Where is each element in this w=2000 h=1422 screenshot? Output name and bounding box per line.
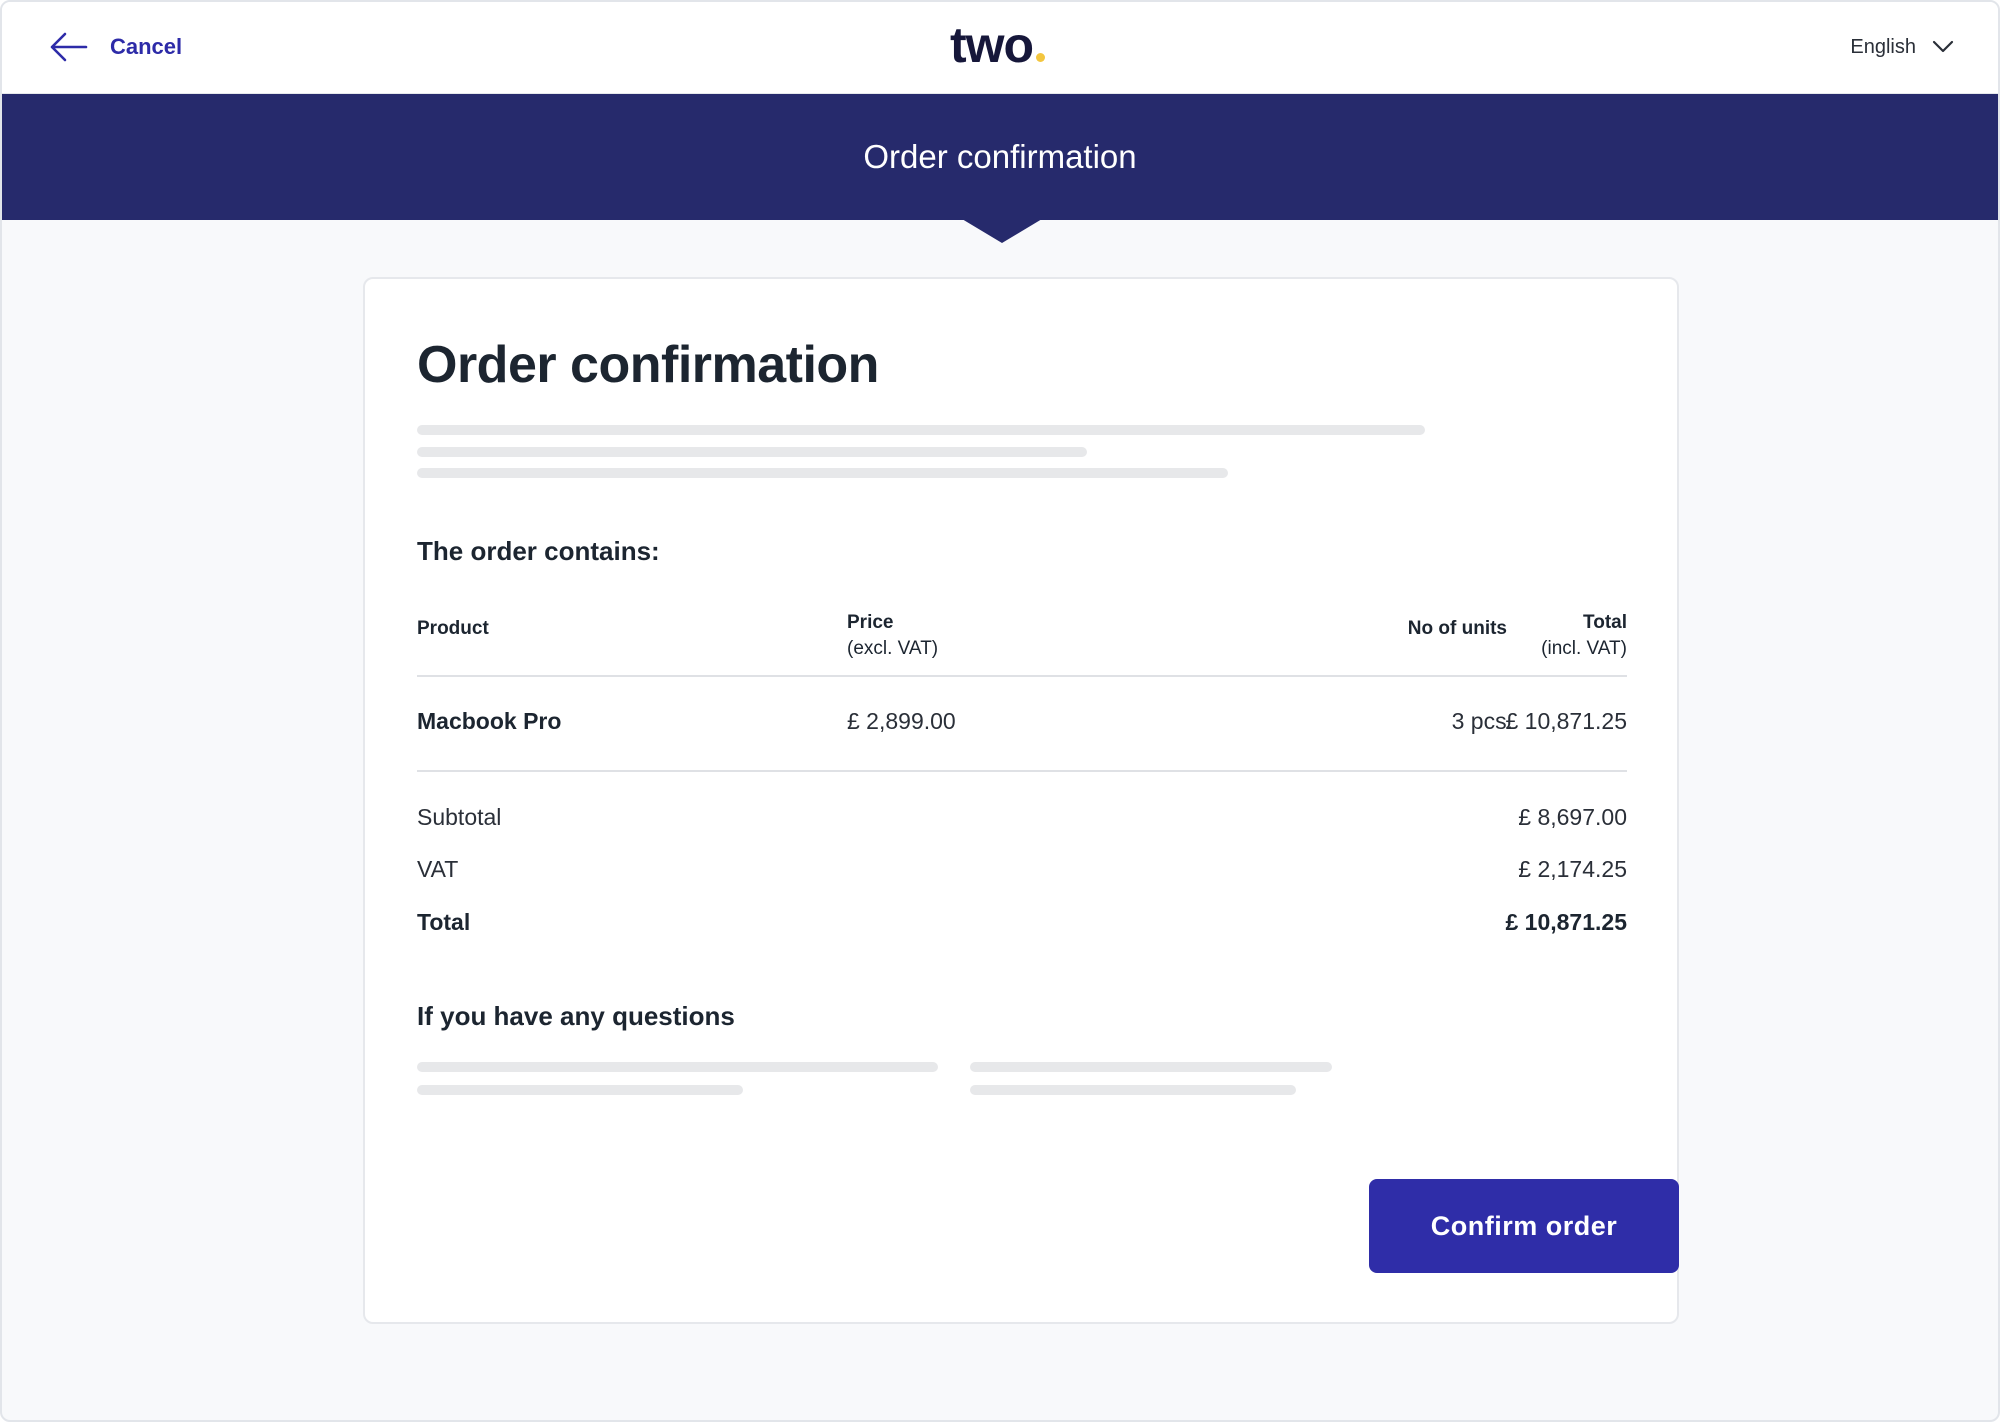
- language-label: English: [1850, 35, 1916, 58]
- column-header-product: Product: [417, 618, 489, 639]
- placeholder-line: [417, 468, 1228, 478]
- two-logo: two: [950, 16, 1046, 76]
- placeholder-line: [417, 1085, 743, 1095]
- cancel-label: Cancel: [110, 34, 183, 59]
- placeholder-line: [417, 1062, 938, 1072]
- product-total: £ 10,871.25: [1505, 708, 1627, 734]
- vat-value: £ 2,174.25: [1518, 856, 1627, 882]
- vat-label: VAT: [417, 856, 459, 882]
- placeholder-line: [417, 425, 1425, 435]
- placeholder-line: [417, 447, 1087, 457]
- app-window: Cancel two English Order confirmation Or…: [0, 0, 2000, 1422]
- banner-title: Order confirmation: [863, 138, 1137, 175]
- column-header-price: Price (excl. VAT): [847, 612, 939, 659]
- banner-notch: [962, 219, 1042, 243]
- column-header-total: Total (incl. VAT): [1541, 612, 1627, 659]
- chevron-down-icon: [1932, 40, 1954, 54]
- product-name: Macbook Pro: [417, 708, 562, 734]
- table-divider: [417, 770, 1627, 772]
- logo-dot: [1036, 53, 1046, 62]
- total-value: £ 10,871.25: [1505, 909, 1627, 935]
- page-title: Order confirmation: [417, 336, 879, 394]
- cancel-button[interactable]: Cancel: [48, 26, 182, 68]
- placeholder-line: [970, 1062, 1332, 1072]
- arrow-left-icon: [48, 31, 88, 63]
- top-bar: Cancel two English: [2, 2, 1998, 94]
- table-divider: [417, 675, 1627, 677]
- order-contains-heading: The order contains:: [417, 536, 660, 566]
- questions-heading: If you have any questions: [417, 1001, 735, 1031]
- subtotal-value: £ 8,697.00: [1518, 804, 1627, 830]
- confirm-order-button[interactable]: Confirm order: [1369, 1179, 1679, 1273]
- logo-text: two: [950, 17, 1034, 73]
- subtotal-label: Subtotal: [417, 804, 502, 830]
- language-selector[interactable]: English: [1850, 28, 1954, 66]
- total-label: Total: [417, 909, 471, 935]
- order-card: Order confirmation The order contains: P…: [363, 277, 1679, 1324]
- placeholder-line: [970, 1085, 1296, 1095]
- page-banner: Order confirmation: [2, 94, 1998, 220]
- product-price: £ 2,899.00: [847, 708, 956, 734]
